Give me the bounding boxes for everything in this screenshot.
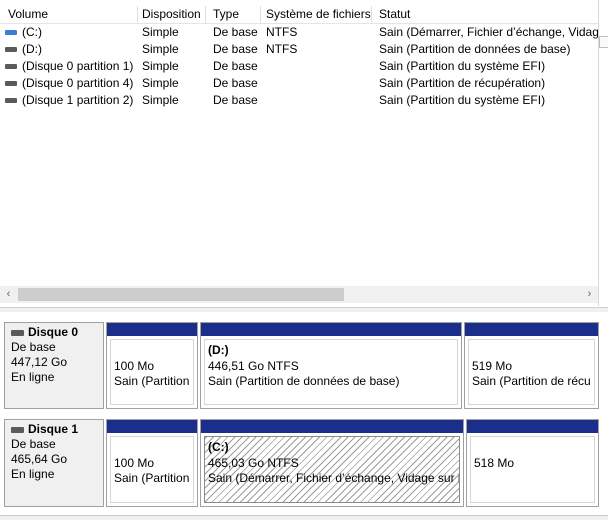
- disk-map: Disque 0 De base 447,12 Go En ligne 100 …: [0, 312, 608, 519]
- disk-row: Disque 1 De base 465,64 Go En ligne 100 …: [0, 419, 608, 507]
- volume-status: Sain (Partition du système EFI): [379, 59, 546, 73]
- disk-row: Disque 0 De base 447,12 Go En ligne 100 …: [0, 322, 608, 409]
- volume-status: Sain (Démarrer, Fichier d’échange, Vidag…: [379, 25, 598, 39]
- partition-body: (D:) 446,51 Go NTFS Sain (Partition de d…: [204, 339, 458, 405]
- horizontal-scrollbar[interactable]: ‹ ›: [0, 286, 598, 303]
- volume-row[interactable]: (D:) Simple De base NTFS Sain (Partition…: [0, 41, 598, 58]
- disk-type: De base: [11, 340, 56, 354]
- partition-size: 100 Mo: [114, 456, 155, 470]
- column-header-type[interactable]: Type: [209, 6, 261, 23]
- partition-size: 518 Mo: [474, 456, 515, 470]
- disk-size: 465,64 Go: [11, 452, 68, 466]
- volume-type: De base: [213, 59, 258, 73]
- disk-type: De base: [11, 437, 56, 451]
- partition-body: 519 Mo Sain (Partition de récu: [468, 339, 595, 405]
- volume-layout: Simple: [142, 25, 179, 39]
- partition-block[interactable]: 518 Mo: [466, 419, 599, 507]
- partition-name: (C:): [208, 440, 229, 454]
- partition-status: Sain (Démarrer, Fichier d’échange, Vidag…: [208, 471, 460, 485]
- disk-state: En ligne: [11, 467, 55, 481]
- partition-status: Sain (Partition de données de base): [208, 374, 400, 388]
- disk-title: Disque 0: [28, 325, 79, 339]
- column-header-disposition[interactable]: Disposition: [138, 6, 206, 23]
- volume-status: Sain (Partition du système EFI): [379, 93, 546, 107]
- partition-bar: [107, 323, 197, 336]
- partition-block[interactable]: 100 Mo Sain (Partition: [106, 322, 198, 409]
- volume-type: De base: [213, 25, 258, 39]
- volume-status: Sain (Partition de données de base): [379, 42, 571, 56]
- partition-body: 100 Mo Sain (Partition: [110, 436, 194, 503]
- scrollbar-thumb[interactable]: [18, 288, 344, 301]
- partition-size: 100 Mo: [114, 359, 155, 373]
- partition-size: 446,51 Go NTFS: [208, 359, 299, 373]
- partition-status: Sain (Partition: [114, 374, 190, 388]
- column-header-row: Volume Disposition Type Système de fichi…: [0, 6, 598, 24]
- partition-bar: [201, 323, 461, 336]
- side-panel-edge: [599, 36, 608, 48]
- disk-volume-icon: [5, 64, 17, 69]
- disk-size: 447,12 Go: [11, 355, 68, 369]
- scroll-left-icon[interactable]: ‹: [0, 286, 17, 303]
- partition-body: 518 Mo: [470, 436, 595, 503]
- volume-name: (C:): [22, 25, 42, 39]
- volume-filesystem: [266, 58, 372, 75]
- partition-block[interactable]: 100 Mo Sain (Partition: [106, 419, 198, 507]
- volume-type: De base: [213, 76, 258, 90]
- partition-bar: [201, 420, 463, 433]
- volume-row[interactable]: (Disque 1 partition 2) Simple De base Sa…: [0, 92, 598, 109]
- windows-volume-icon: [5, 30, 17, 35]
- volume-name: (Disque 0 partition 4): [22, 76, 134, 90]
- volume-type: De base: [213, 93, 258, 107]
- partition-name: (D:): [208, 343, 229, 357]
- partition-status: Sain (Partition: [114, 471, 190, 485]
- volume-layout: Simple: [142, 93, 179, 107]
- volume-filesystem: NTFS: [266, 25, 298, 39]
- disk-title: Disque 1: [28, 422, 79, 436]
- volume-name: (Disque 0 partition 1): [22, 59, 134, 73]
- column-header-status[interactable]: Statut: [375, 6, 598, 23]
- volume-filesystem: NTFS: [266, 42, 298, 56]
- partition-body: 100 Mo Sain (Partition: [110, 339, 194, 405]
- scroll-right-icon[interactable]: ›: [581, 286, 598, 303]
- volume-row[interactable]: (Disque 0 partition 4) Simple De base Sa…: [0, 75, 598, 92]
- volume-filesystem: [266, 92, 372, 109]
- disk-icon: [11, 329, 24, 336]
- volume-layout: Simple: [142, 42, 179, 56]
- disk-volume-icon: [5, 98, 17, 103]
- column-header-filesystem[interactable]: Système de fichiers: [262, 6, 372, 23]
- volume-list[interactable]: Volume Disposition Type Système de fichi…: [0, 0, 599, 306]
- disk-label[interactable]: Disque 1 De base 465,64 Go En ligne: [4, 419, 104, 507]
- volume-status: Sain (Partition de récupération): [379, 76, 546, 90]
- volume-row[interactable]: (Disque 0 partition 1) Simple De base Sa…: [0, 58, 598, 75]
- status-strip: [0, 515, 608, 520]
- disk-state: En ligne: [11, 370, 55, 384]
- disk-volume-icon: [5, 47, 17, 52]
- partition-block-selected[interactable]: (C:) 465,03 Go NTFS Sain (Démarrer, Fich…: [200, 419, 464, 507]
- volume-name: (Disque 1 partition 2): [22, 93, 134, 107]
- volume-type: De base: [213, 42, 258, 56]
- disk-icon: [11, 426, 24, 433]
- partition-size: 519 Mo: [472, 359, 513, 373]
- partition-bar: [107, 420, 197, 433]
- partition-block[interactable]: (D:) 446,51 Go NTFS Sain (Partition de d…: [200, 322, 462, 409]
- partition-bar: [465, 323, 598, 336]
- partition-body-selected: (C:) 465,03 Go NTFS Sain (Démarrer, Fich…: [204, 436, 460, 503]
- partition-block[interactable]: 519 Mo Sain (Partition de récu: [464, 322, 599, 409]
- volume-filesystem: [266, 75, 372, 92]
- disk-label[interactable]: Disque 0 De base 447,12 Go En ligne: [4, 322, 104, 409]
- partition-size: 465,03 Go NTFS: [208, 456, 299, 470]
- volume-layout: Simple: [142, 59, 179, 73]
- volume-layout: Simple: [142, 76, 179, 90]
- volume-name: (D:): [22, 42, 42, 56]
- disk-volume-icon: [5, 81, 17, 86]
- volume-row[interactable]: (C:) Simple De base NTFS Sain (Démarrer,…: [0, 24, 598, 41]
- column-header-volume[interactable]: Volume: [4, 6, 138, 23]
- partition-status: Sain (Partition de récu: [472, 374, 591, 388]
- partition-bar: [467, 420, 598, 433]
